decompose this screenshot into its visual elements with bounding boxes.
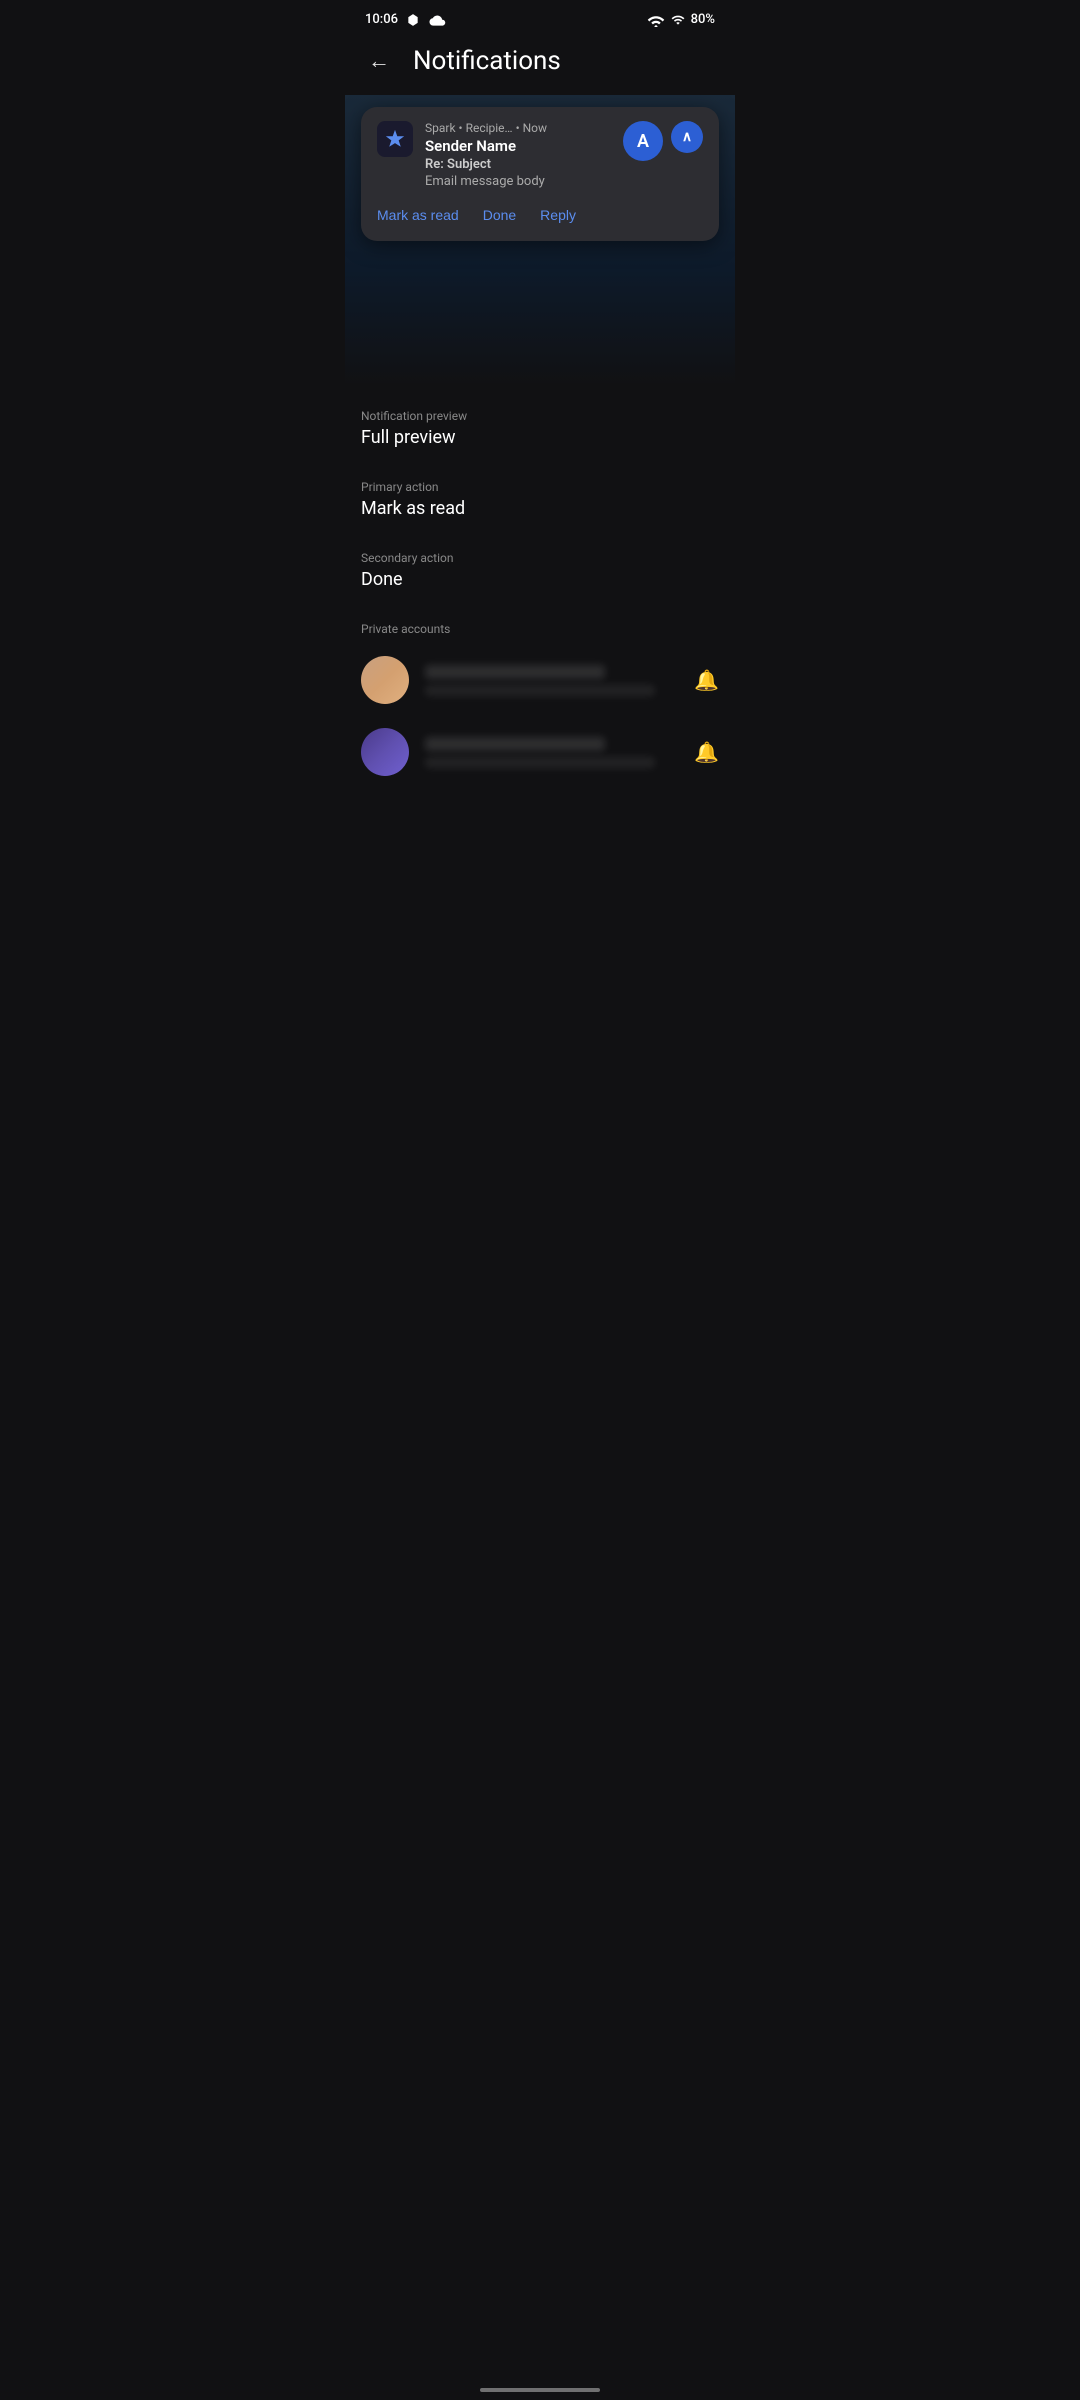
account-info-2 xyxy=(425,737,678,768)
status-left: 10:06 xyxy=(365,12,446,27)
account-name-blur-2 xyxy=(425,737,605,751)
app-name: Spark xyxy=(425,121,456,135)
account-email-blur-2 xyxy=(425,757,655,768)
account-avatar-1 xyxy=(361,656,409,704)
spark-icon xyxy=(384,128,406,150)
notif-avatar: A xyxy=(623,121,663,161)
app-icon xyxy=(377,121,413,157)
secondary-action-item[interactable]: Secondary action Done xyxy=(361,535,719,606)
expand-button[interactable]: ∧ xyxy=(671,121,703,153)
account-email-blur-1 xyxy=(425,685,655,696)
account-info-1 xyxy=(425,665,678,696)
chevron-up-icon: ∧ xyxy=(682,129,692,145)
separator2: • xyxy=(516,121,523,135)
hero-area: Spark • Recipie… • Now Sender Name Re: S… xyxy=(345,95,735,385)
notif-body: Email message body xyxy=(425,174,611,189)
secondary-action-value: Done xyxy=(361,569,719,590)
notif-subject: Re: Subject xyxy=(425,157,611,172)
notif-header: Spark • Recipie… • Now Sender Name Re: S… xyxy=(377,121,703,189)
notification-icon xyxy=(406,13,420,27)
signal-icon xyxy=(671,13,685,27)
primary-action-label: Primary action xyxy=(361,480,719,494)
back-arrow-icon: ← xyxy=(368,48,390,74)
notification-preview-item[interactable]: Notification preview Full preview xyxy=(361,393,719,464)
account-name-blur-1 xyxy=(425,665,605,679)
primary-action-value: Mark as read xyxy=(361,498,719,519)
status-right: 80% xyxy=(647,12,715,27)
account-item-2[interactable]: 🔔 xyxy=(345,716,735,788)
bell-icon-2[interactable]: 🔔 xyxy=(694,740,719,764)
account-avatar-2 xyxy=(361,728,409,776)
reply-button[interactable]: Reply xyxy=(540,203,576,227)
status-bar: 10:06 80% xyxy=(345,0,735,35)
sender-name: Sender Name xyxy=(425,137,611,155)
mark-as-read-button[interactable]: Mark as read xyxy=(377,203,459,227)
primary-action-item[interactable]: Primary action Mark as read xyxy=(361,464,719,535)
settings-content: Notification preview Full preview Primar… xyxy=(345,393,735,606)
timestamp: Now xyxy=(523,121,547,135)
notif-app-line: Spark • Recipie… • Now xyxy=(425,121,611,135)
bell-icon-1[interactable]: 🔔 xyxy=(694,668,719,692)
avatar-letter: A xyxy=(637,131,649,152)
home-indicator xyxy=(480,2388,600,2392)
recipient: Recipie… xyxy=(466,121,513,135)
private-accounts-header: Private accounts xyxy=(345,606,735,644)
back-button[interactable]: ← xyxy=(361,43,397,79)
top-nav: ← Notifications xyxy=(345,35,735,95)
battery-percent: 80% xyxy=(691,12,715,27)
account-item-1[interactable]: 🔔 xyxy=(345,644,735,716)
notif-header-right: A ∧ xyxy=(623,121,703,161)
separator: • xyxy=(459,121,466,135)
cloud-icon xyxy=(428,13,446,27)
status-time: 10:06 xyxy=(365,12,398,27)
secondary-action-label: Secondary action xyxy=(361,551,719,565)
wifi-icon xyxy=(647,13,665,27)
notification-preview-value: Full preview xyxy=(361,427,719,448)
done-button[interactable]: Done xyxy=(483,203,516,227)
page-title: Notifications xyxy=(413,46,561,76)
notification-preview-label: Notification preview xyxy=(361,409,719,423)
notif-meta: Spark • Recipie… • Now Sender Name Re: S… xyxy=(425,121,611,189)
notification-card: Spark • Recipie… • Now Sender Name Re: S… xyxy=(361,107,719,241)
notif-actions: Mark as read Done Reply xyxy=(377,203,703,227)
